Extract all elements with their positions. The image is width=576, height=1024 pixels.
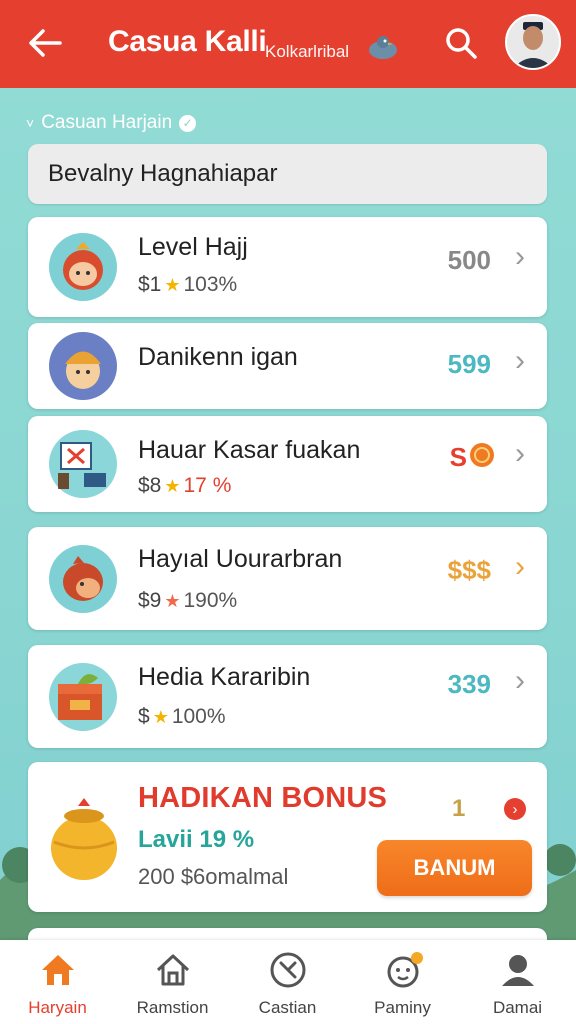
item-meta: $9 ★ 190% <box>138 589 237 613</box>
list-item[interactable]: Hayıal Uourarbran $9 ★ 190% $$$ › <box>28 527 547 630</box>
nav-label: Haryain <box>28 998 87 1017</box>
item-prefix: $9 <box>138 589 162 612</box>
bonus-coins: 200 $6omalmal <box>138 864 289 889</box>
star-icon: ★ <box>164 275 181 295</box>
user-avatar-icon <box>507 16 559 68</box>
item-meta: $8 ★ 17 % <box>138 474 231 498</box>
star-icon: ★ <box>164 591 181 611</box>
item-percent: 100% <box>171 705 226 728</box>
item-value: $$$ <box>447 555 491 585</box>
nav-label: Castian <box>258 998 317 1017</box>
profile-icon <box>502 955 534 986</box>
home-icon <box>42 955 74 985</box>
nav-item-home[interactable]: Haryain <box>0 940 115 1024</box>
item-meta: $ ★ 100% <box>138 705 226 729</box>
item-percent: 17 % <box>183 474 232 497</box>
character-fox-icon <box>49 544 117 613</box>
top-app-bar: Casua Kalli Kolkarlribal <box>0 0 576 88</box>
chevron-right-icon: › <box>515 550 525 583</box>
bonus-arrow-button[interactable]: › <box>504 798 526 820</box>
breadcrumb-label: Casuan Harjain <box>41 112 173 133</box>
item-prefix: $ <box>138 705 150 728</box>
item-value: 339 <box>447 669 491 699</box>
nav-item-ramstion[interactable]: Ramstion <box>115 940 230 1024</box>
item-percent: 190% <box>183 589 238 612</box>
verified-icon: ✓ <box>179 114 197 132</box>
character-boy-icon <box>49 332 117 400</box>
bonus-card: HADIKAN BONUS Lavii 19 % 200 $6omalmal 1… <box>28 762 547 912</box>
chevron-right-icon: › <box>515 664 525 697</box>
item-prefix: $1 <box>138 273 162 296</box>
nav-label: Ramstion <box>136 998 209 1017</box>
mascot-icon <box>369 36 397 59</box>
nav-item-damai[interactable]: Damai <box>460 940 575 1024</box>
bonus-title: HADIKAN BONUS <box>138 782 388 814</box>
item-value: 599 <box>447 349 491 379</box>
list-item[interactable]: Hauar Kasar fuakan $8 ★ 17 % S › <box>28 416 547 512</box>
avatar[interactable] <box>505 14 561 70</box>
item-value: S <box>449 442 467 472</box>
arrow-left-icon <box>29 29 62 57</box>
back-button[interactable] <box>24 24 66 62</box>
banner-text: Bevalny Hagnahiapar <box>48 160 278 187</box>
arrow-right-icon: › <box>512 800 518 818</box>
star-icon: ★ <box>164 476 181 496</box>
character-girl-icon <box>49 233 117 301</box>
star-icon: ★ <box>152 707 169 727</box>
house-outline-icon <box>156 954 190 986</box>
list-item[interactable]: Danikenn igan 599 › <box>28 323 547 409</box>
item-name: Danikenn igan <box>138 343 298 371</box>
pet-icon <box>387 952 423 988</box>
item-name: Level Hajj <box>138 233 248 261</box>
nav-label: Paminy <box>374 998 431 1017</box>
list-item[interactable]: Hedia Kararibin $ ★ 100% 339 › <box>28 645 547 748</box>
section-banner: Bevalny Hagnahiapar <box>28 144 547 204</box>
list-item[interactable]: Level Hajj $1 ★ 103% 500 › <box>28 217 547 317</box>
coin-icon <box>470 443 494 467</box>
chevron-right-icon: › <box>515 240 525 273</box>
breadcrumb-chevron-icon: ˅ <box>26 115 35 131</box>
bonus-claim-button[interactable]: BANUM <box>377 840 532 896</box>
item-name: Hauar Kasar fuakan <box>138 436 361 464</box>
nav-item-paminy[interactable]: Paminy <box>345 940 460 1024</box>
bonus-count: 1 <box>452 795 466 822</box>
page-subtitle: Kolkarlribal <box>265 42 350 61</box>
chevron-right-icon: › <box>515 437 525 470</box>
nav-label: Damai <box>492 998 543 1017</box>
nav-item-castian[interactable]: Castian <box>230 940 345 1024</box>
honey-pot-icon <box>51 798 117 880</box>
item-percent: 103% <box>183 273 238 296</box>
chevron-right-icon: › <box>515 344 525 377</box>
item-meta: $1 ★ 103% <box>138 273 237 297</box>
item-name: Hayıal Uourarbran <box>138 545 343 573</box>
workstation-icon <box>49 430 117 498</box>
breadcrumb[interactable]: ˅ Casuan Harjain ✓ <box>26 112 197 134</box>
bottom-navigation: Haryain Ramstion Castian Paminy Damai <box>0 940 576 1024</box>
item-prefix: $8 <box>138 474 162 497</box>
page-title: Casua Kalli <box>108 25 267 58</box>
item-name: Hedia Kararibin <box>138 663 311 691</box>
bonus-level: Lavii 19 % <box>138 826 255 853</box>
compass-icon <box>270 952 306 988</box>
item-value: 500 <box>447 245 491 275</box>
search-icon[interactable] <box>444 26 478 60</box>
treasure-box-icon <box>49 662 117 731</box>
